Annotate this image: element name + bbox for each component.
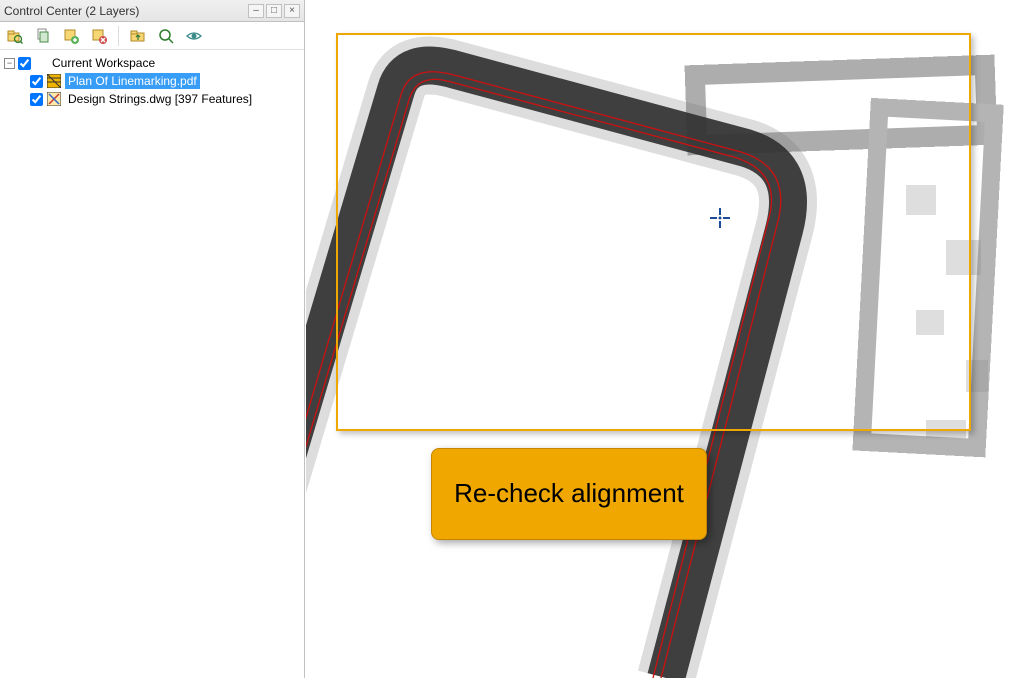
tree-item[interactable]: Plan Of Linemarking.pdf <box>2 72 302 90</box>
copy-icon[interactable] <box>32 25 54 47</box>
panel-title: Control Center (2 Layers) <box>4 4 246 18</box>
zoom-icon[interactable] <box>155 25 177 47</box>
panel-titlebar: Control Center (2 Layers) – □ × <box>0 0 304 22</box>
tree-item-label: Plan Of Linemarking.pdf <box>65 73 200 89</box>
annotation-callout: Re-check alignment <box>431 448 707 540</box>
folder-up-icon[interactable] <box>127 25 149 47</box>
open-folder-search-icon[interactable] <box>4 25 26 47</box>
tree-item-label: Design Strings.dwg [397 Features] <box>65 91 255 107</box>
panel-toolbar <box>0 22 304 50</box>
annotation-highlight-box <box>336 33 971 431</box>
root-checkbox[interactable] <box>18 57 31 70</box>
new-layer-icon[interactable] <box>60 25 82 47</box>
control-center-panel: Control Center (2 Layers) – □ × − <box>0 0 305 678</box>
tree-item[interactable]: Design Strings.dwg [397 Features] <box>2 90 302 108</box>
layer-checkbox[interactable] <box>30 93 43 106</box>
callout-text: Re-check alignment <box>454 478 684 509</box>
layer-hatch-icon <box>47 74 61 88</box>
delete-layer-icon[interactable] <box>88 25 110 47</box>
maximize-button[interactable]: □ <box>266 4 282 18</box>
visibility-icon[interactable] <box>183 25 205 47</box>
expander-icon[interactable]: − <box>4 58 15 69</box>
drawing-canvas[interactable]: Re-check alignment <box>306 0 1033 678</box>
toolbar-separator <box>118 26 119 46</box>
minimize-button[interactable]: – <box>248 4 264 18</box>
layer-cad-icon <box>47 92 61 106</box>
tree-root-label: Current Workspace <box>49 55 158 71</box>
tree-root[interactable]: − Current Workspace <box>2 54 302 72</box>
layer-checkbox[interactable] <box>30 75 43 88</box>
close-button[interactable]: × <box>284 4 300 18</box>
layer-tree: − Current Workspace Plan Of Linemarking.… <box>0 50 304 678</box>
